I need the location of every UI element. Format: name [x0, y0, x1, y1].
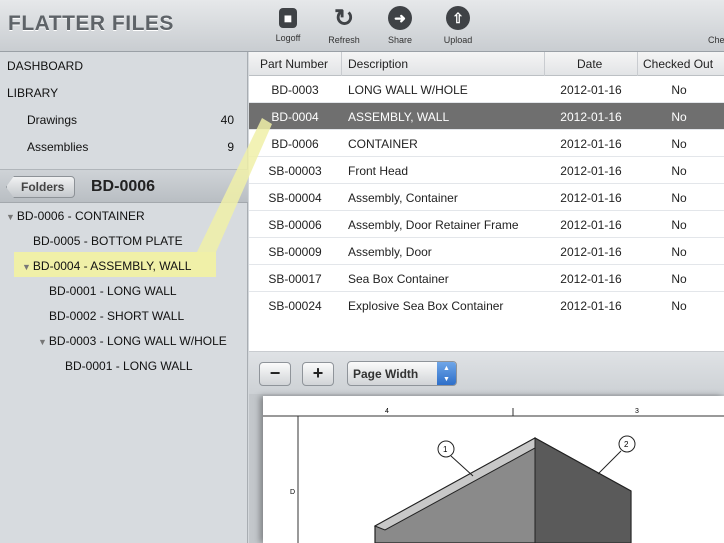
connector-band: [197, 118, 272, 252]
selection-connector: [197, 118, 272, 252]
